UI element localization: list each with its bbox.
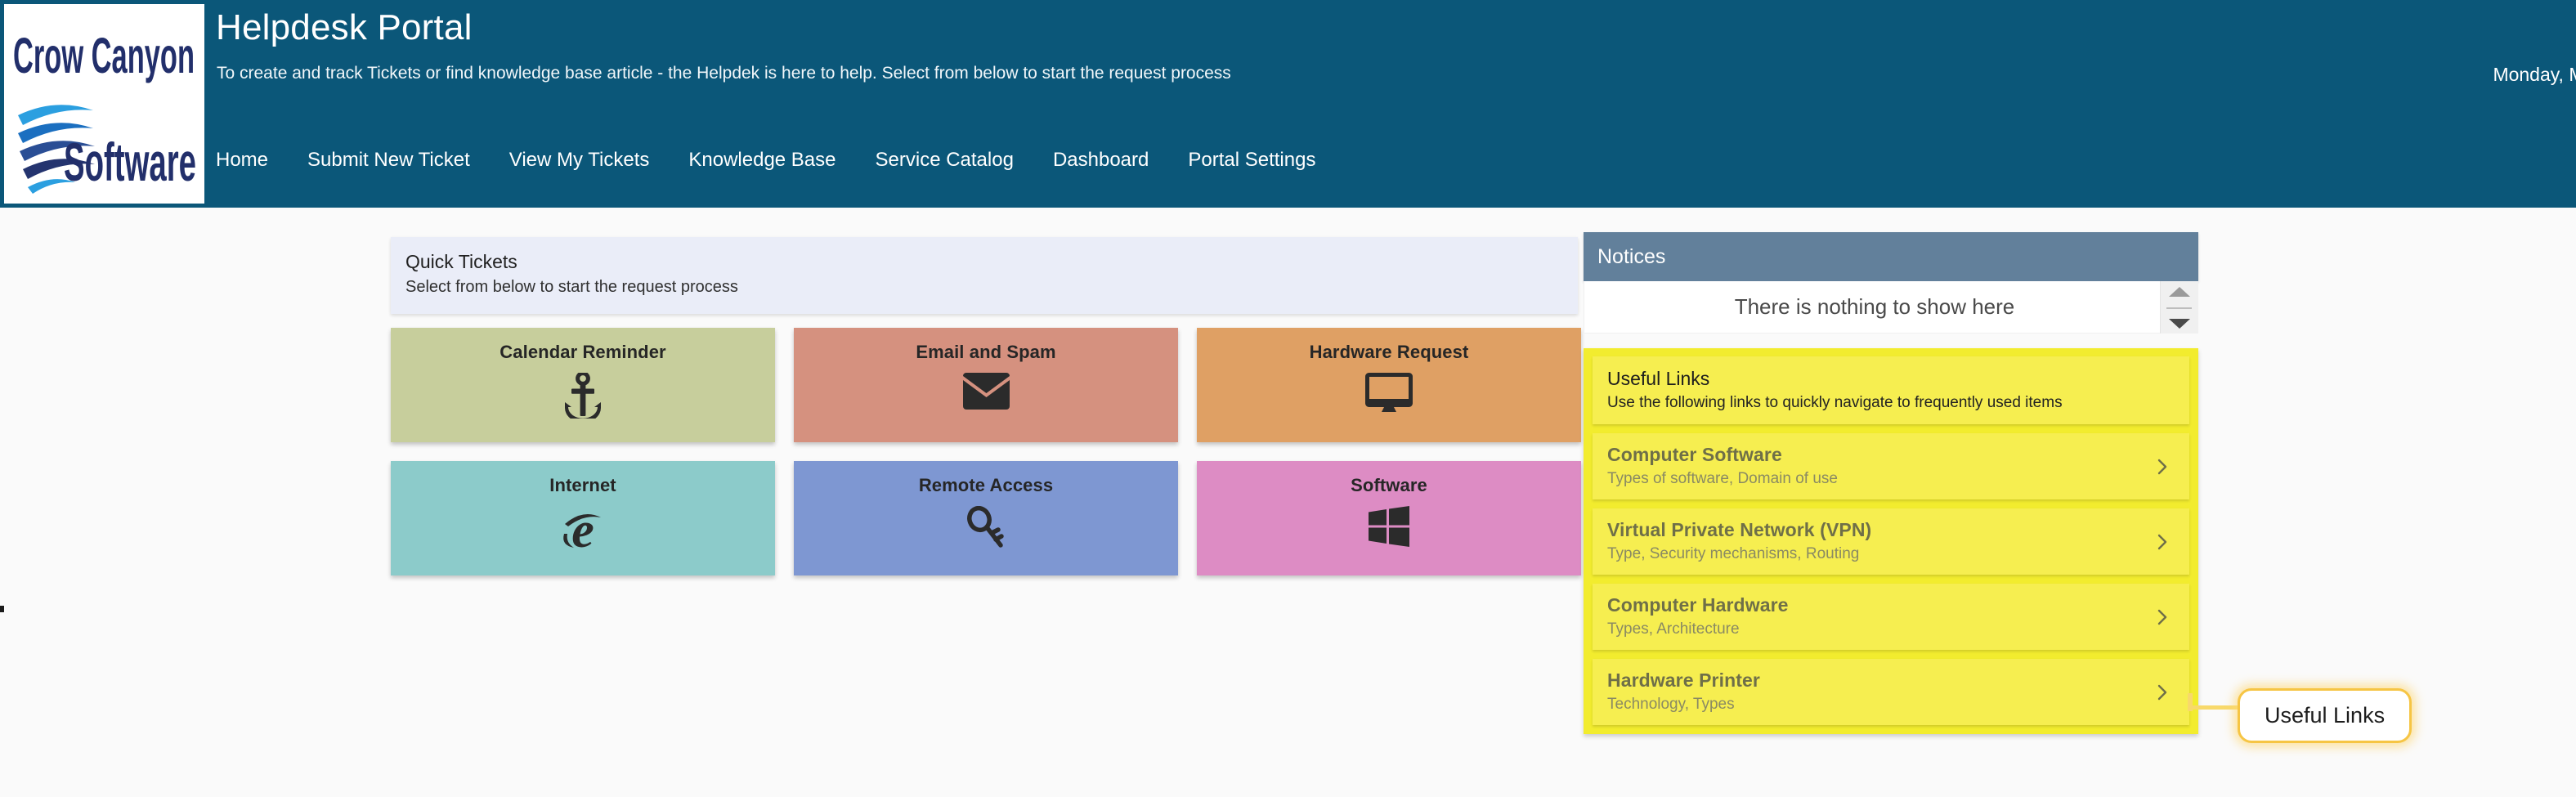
tile-label: Software xyxy=(1351,475,1427,495)
quick-tickets-subtitle: Select from below to start the request p… xyxy=(405,277,738,296)
nav-item-home[interactable]: Home xyxy=(216,149,288,172)
chevron-right-icon xyxy=(2153,533,2171,551)
notices-body: There is nothing to show here xyxy=(1584,281,2198,334)
quick-tickets-title: Quick Tickets xyxy=(405,251,517,272)
useful-link-title: Virtual Private Network (VPN) xyxy=(1607,519,1872,540)
tile-label: Email and Spam xyxy=(916,342,1056,362)
tile-email-and-spam[interactable]: Email and Spam xyxy=(794,328,1178,442)
viewport-edge-marker xyxy=(0,606,4,612)
nav-item-view-my-tickets[interactable]: View My Tickets xyxy=(509,149,670,172)
useful-link-subtitle: Type, Security mechanisms, Routing xyxy=(1607,545,1860,562)
anchor-icon xyxy=(561,373,605,419)
nav-item-dashboard[interactable]: Dashboard xyxy=(1053,149,1168,172)
tile-calendar-reminder[interactable]: Calendar Reminder xyxy=(391,328,775,442)
svg-text:Software: Software xyxy=(64,132,196,192)
tile-label: Hardware Request xyxy=(1309,342,1469,362)
tile-hardware-request[interactable]: Hardware Request xyxy=(1197,328,1581,442)
useful-links-title: Useful Links xyxy=(1607,368,1710,389)
current-datetime-text: Monday, March 18, 2024 11:37:28 AM xyxy=(2493,64,2576,85)
right-sidebar: Notices There is nothing to show here Us… xyxy=(1584,232,2198,734)
quick-ticket-tile-grid: Calendar Reminder Email and Spam Hardwar… xyxy=(391,328,1581,575)
useful-link-title: Computer Software xyxy=(1607,444,1782,465)
tile-label: Remote Access xyxy=(918,475,1054,495)
useful-link-computer-software[interactable]: Computer Software Types of software, Dom… xyxy=(1593,433,2189,499)
callout-label: Useful Links xyxy=(2265,703,2386,728)
scrollbar-divider xyxy=(2166,307,2192,309)
tile-label: Internet xyxy=(549,475,616,495)
useful-link-virtual-private-network[interactable]: Virtual Private Network (VPN) Type, Secu… xyxy=(1593,508,2189,575)
notices-header: Notices xyxy=(1584,232,2198,281)
internet-explorer-icon: e xyxy=(559,506,607,550)
useful-link-subtitle: Types of software, Domain of use xyxy=(1607,470,1838,487)
tile-remote-access[interactable]: Remote Access xyxy=(794,461,1178,575)
useful-link-subtitle: Types, Architecture xyxy=(1607,620,1740,638)
useful-link-hardware-printer[interactable]: Hardware Printer Technology, Types xyxy=(1593,659,2189,725)
crow-canyon-software-logo-icon: Crow Canyon Software xyxy=(13,28,196,194)
useful-link-subtitle: Technology, Types xyxy=(1607,696,1735,713)
windows-icon xyxy=(1369,506,1409,547)
site-header: Crow Canyon Software Helpdesk Portal To … xyxy=(0,0,2576,208)
chevron-right-icon xyxy=(2153,683,2171,701)
svg-text:e: e xyxy=(571,506,594,550)
tile-software[interactable]: Software xyxy=(1197,461,1581,575)
svg-text:Crow Canyon: Crow Canyon xyxy=(13,28,195,83)
quick-tickets-banner: Quick Tickets Select from below to start… xyxy=(391,237,1578,314)
useful-links-subtitle: Use the following links to quickly navig… xyxy=(1607,394,2063,411)
callout-useful-links: Useful Links xyxy=(2238,688,2412,743)
tile-label: Calendar Reminder xyxy=(500,342,666,362)
useful-links-panel: Useful Links Use the following links to … xyxy=(1584,348,2198,734)
helpdesk-portal-page: Crow Canyon Software Helpdesk Portal To … xyxy=(0,0,2576,797)
monitor-icon xyxy=(1365,373,1413,414)
nav-item-knowledge-base[interactable]: Knowledge Base xyxy=(688,149,855,172)
current-datetime: Monday, March 18, 2024 11:37:28 AM xyxy=(1955,64,2576,86)
scroll-down-arrow-icon[interactable] xyxy=(2168,319,2190,329)
nav-item-service-catalog[interactable]: Service Catalog xyxy=(876,149,1033,172)
envelope-icon xyxy=(962,373,1010,410)
company-logo[interactable]: Crow Canyon Software xyxy=(4,4,204,204)
tile-internet[interactable]: Internet e xyxy=(391,461,775,575)
useful-link-title: Hardware Printer xyxy=(1607,669,1760,691)
page-subtitle: To create and track Tickets or find know… xyxy=(217,64,1231,83)
main-navigation: Home Submit New Ticket View My Tickets K… xyxy=(216,149,1315,172)
chevron-right-icon xyxy=(2153,608,2171,626)
useful-links-header: Useful Links Use the following links to … xyxy=(1593,356,2189,424)
page-body: Quick Tickets Select from below to start… xyxy=(0,208,2576,797)
notices-empty-message: There is nothing to show here xyxy=(1734,294,2015,319)
key-icon xyxy=(965,506,1006,548)
nav-item-submit-new-ticket[interactable]: Submit New Ticket xyxy=(307,149,490,172)
chevron-right-icon xyxy=(2153,458,2171,476)
quick-tickets-section: Quick Tickets Select from below to start… xyxy=(391,237,1581,575)
page-title: Helpdesk Portal xyxy=(216,7,473,47)
scroll-up-arrow-icon[interactable] xyxy=(2168,287,2190,297)
notices-scrollbar[interactable] xyxy=(2160,281,2197,334)
useful-link-computer-hardware[interactable]: Computer Hardware Types, Architecture xyxy=(1593,584,2189,650)
notices-title: Notices xyxy=(1597,244,1666,268)
callout-leader-line xyxy=(2191,705,2242,710)
useful-link-title: Computer Hardware xyxy=(1607,594,1789,616)
nav-item-portal-settings[interactable]: Portal Settings xyxy=(1188,149,1315,172)
user-bar: John Smith|Logout xyxy=(1955,27,2576,49)
